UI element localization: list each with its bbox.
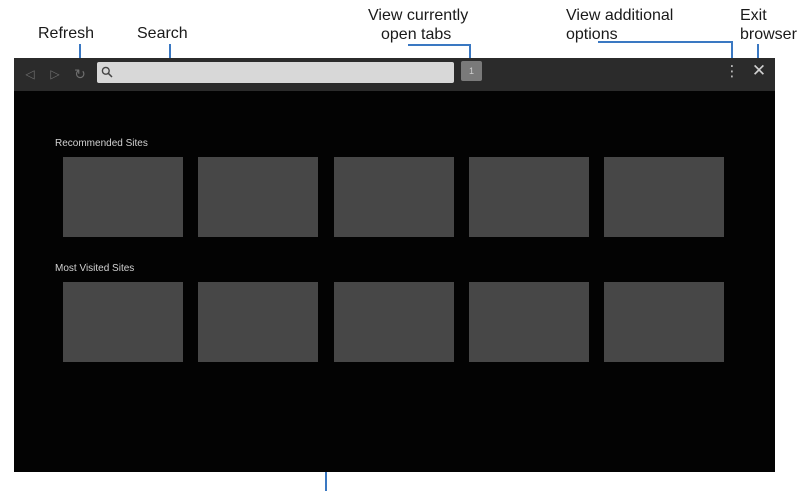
exit-callout-label-line2: browser	[740, 26, 797, 43]
more-options-icon[interactable]: ⋮	[724, 63, 740, 81]
refresh-icon[interactable]: ↻	[72, 66, 88, 82]
most-visited-site-tile-3[interactable]	[334, 282, 454, 362]
recommended-site-tile-5[interactable]	[604, 157, 724, 237]
search-input[interactable]	[97, 62, 454, 83]
recommended-site-tile-1[interactable]	[63, 157, 183, 237]
options-leader-line-h	[598, 41, 733, 43]
tabs-callout-label-line2: open tabs	[381, 26, 452, 43]
most-visited-site-tile-4[interactable]	[469, 282, 589, 362]
back-icon[interactable]: ◁	[22, 66, 38, 82]
recommended-site-tile-2[interactable]	[198, 157, 318, 237]
recommended-site-tile-3[interactable]	[334, 157, 454, 237]
recommended-site-tile-4[interactable]	[469, 157, 589, 237]
forward-icon[interactable]: ▷	[47, 66, 63, 82]
most-visited-sites-title: Most Visited Sites	[55, 263, 135, 274]
open-tabs-button[interactable]: 1	[461, 61, 482, 81]
search-callout-label: Search	[137, 25, 188, 42]
exit-callout-label-line1: Exit	[740, 7, 767, 24]
search-icon	[101, 66, 113, 78]
tabs-callout-label-line1: View currently	[368, 7, 469, 24]
refresh-callout-label: Refresh	[38, 25, 95, 42]
close-icon[interactable]: ✕	[749, 61, 769, 81]
most-visited-site-tile-5[interactable]	[604, 282, 724, 362]
recommended-sites-title: Recommended Sites	[55, 138, 148, 149]
options-callout-label-line1: View additional	[566, 7, 674, 24]
tabs-leader-line-h	[408, 44, 471, 46]
most-visited-site-tile-1[interactable]	[63, 282, 183, 362]
most-visited-site-tile-2[interactable]	[198, 282, 318, 362]
